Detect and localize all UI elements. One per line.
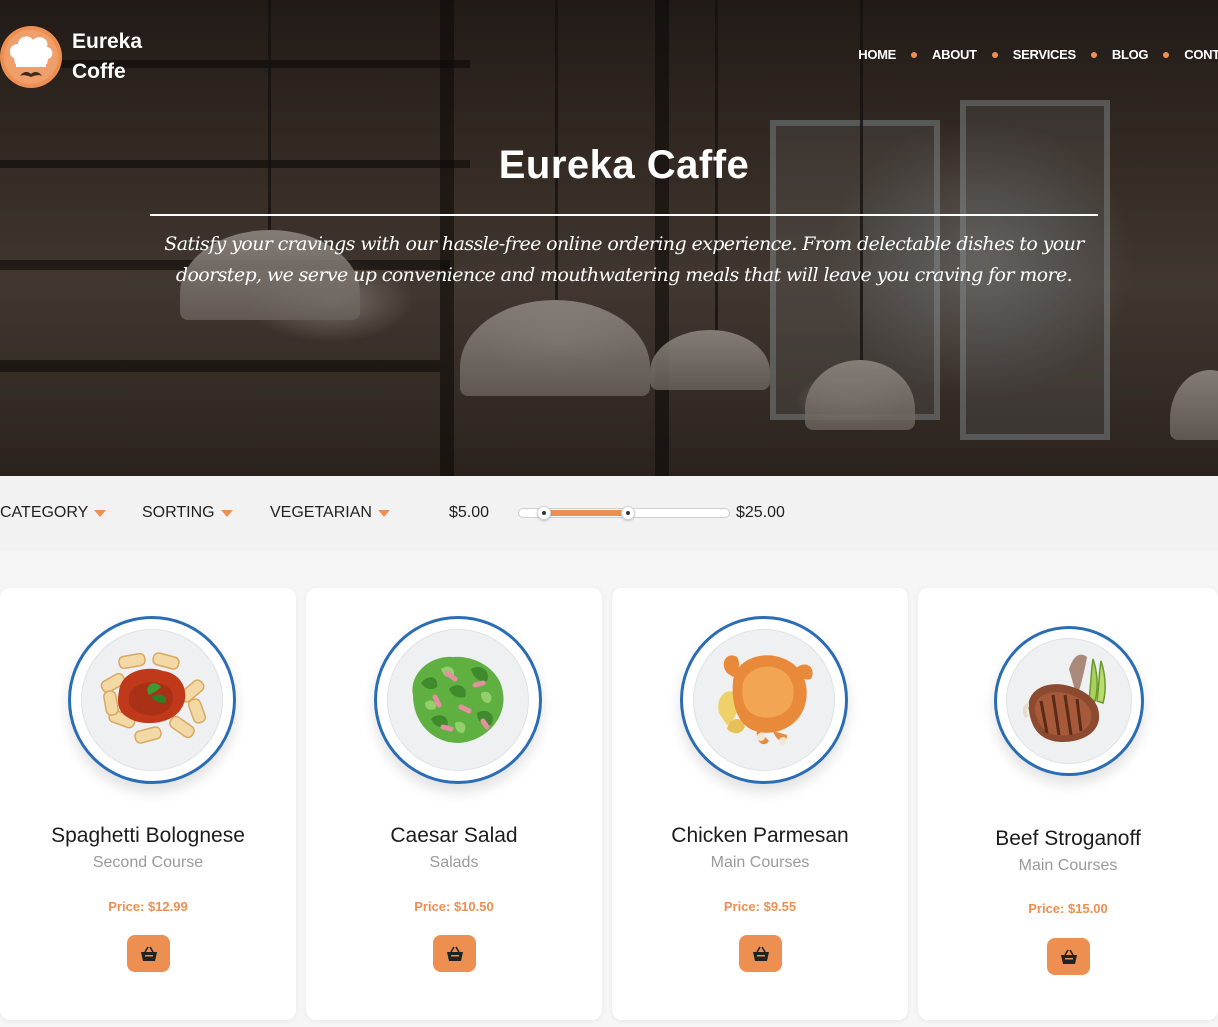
brand-logo[interactable]: Eureka Coffe xyxy=(0,26,142,88)
add-to-cart-button[interactable] xyxy=(433,935,476,972)
product-card[interactable]: Beef Stroganoff Main Courses Price: $15.… xyxy=(918,588,1218,1020)
salad-plate-image xyxy=(374,616,542,784)
product-price: Price: $9.55 xyxy=(723,899,797,914)
pasta-plate-image xyxy=(68,616,236,784)
caret-down-icon xyxy=(377,509,390,517)
add-to-cart-button[interactable] xyxy=(127,935,170,972)
add-to-cart-button[interactable] xyxy=(1047,938,1090,975)
nav-separator xyxy=(1090,51,1097,58)
price-min-handle[interactable] xyxy=(537,506,552,520)
caret-down-icon xyxy=(94,509,107,517)
product-price: Price: $10.50 xyxy=(414,899,494,914)
steak-plate-image xyxy=(994,626,1144,776)
product-name: Caesar Salad xyxy=(390,824,518,847)
vegetarian-dropdown-label: VEGETARIAN xyxy=(270,504,372,521)
product-name: Spaghetti Bolognese xyxy=(51,824,245,847)
main-nav: HOME ABOUT SERVICES BLOG CONTA xyxy=(858,47,1218,62)
sorting-dropdown[interactable]: SORTING xyxy=(142,504,233,522)
basket-icon xyxy=(140,946,157,961)
product-category: Main Courses xyxy=(710,854,810,871)
product-price: Price: $12.99 xyxy=(108,899,188,914)
hero-tagline: Satisfy your cravings with our hassle-fr… xyxy=(164,233,1084,286)
product-grid: Spaghetti Bolognese Second Course Price:… xyxy=(0,588,1218,1027)
hero-divider xyxy=(150,214,1098,216)
nav-about[interactable]: ABOUT xyxy=(932,47,977,62)
nav-separator xyxy=(911,51,918,58)
product-name: Beef Stroganoff xyxy=(995,827,1141,850)
nav-contact[interactable]: CONTA xyxy=(1184,47,1218,62)
category-dropdown-label: CATEGORY xyxy=(0,504,89,521)
hero-title: Eureka Caffe xyxy=(498,143,750,187)
category-dropdown[interactable]: CATEGORY xyxy=(0,504,107,522)
product-card[interactable]: Spaghetti Bolognese Second Course Price:… xyxy=(0,588,296,1020)
basket-icon xyxy=(446,946,463,961)
price-min-label: $5.00 xyxy=(449,504,490,521)
price-max-handle[interactable] xyxy=(621,506,636,520)
product-card[interactable]: Caesar Salad Salads Price: $10.50 xyxy=(306,588,602,1020)
basket-icon xyxy=(752,946,769,961)
vegetarian-dropdown[interactable]: VEGETARIAN xyxy=(270,504,390,522)
product-category: Main Courses xyxy=(1018,857,1118,874)
brand-name-line2: Coffe xyxy=(72,60,126,83)
price-range-slider[interactable] xyxy=(518,506,730,520)
basket-icon xyxy=(1060,949,1077,964)
nav-separator xyxy=(1163,51,1170,58)
product-category: Salads xyxy=(429,854,479,871)
brand-name-line1: Eureka xyxy=(72,30,143,53)
nav-separator xyxy=(991,51,998,58)
chef-hat-mustache-icon xyxy=(0,26,62,88)
sorting-dropdown-label: SORTING xyxy=(142,504,215,521)
nav-blog[interactable]: BLOG xyxy=(1112,47,1149,62)
nav-services[interactable]: SERVICES xyxy=(1013,47,1076,62)
product-card[interactable]: Chicken Parmesan Main Courses Price: $9.… xyxy=(612,588,908,1020)
price-max-label: $25.00 xyxy=(736,504,785,521)
roast-chicken-plate-image xyxy=(680,616,848,784)
product-price: Price: $15.00 xyxy=(1028,901,1108,916)
nav-home[interactable]: HOME xyxy=(858,47,896,62)
product-category: Second Course xyxy=(92,854,204,871)
add-to-cart-button[interactable] xyxy=(739,935,782,972)
product-name: Chicken Parmesan xyxy=(671,824,849,847)
caret-down-icon xyxy=(220,509,233,517)
price-range-fill xyxy=(544,510,629,516)
